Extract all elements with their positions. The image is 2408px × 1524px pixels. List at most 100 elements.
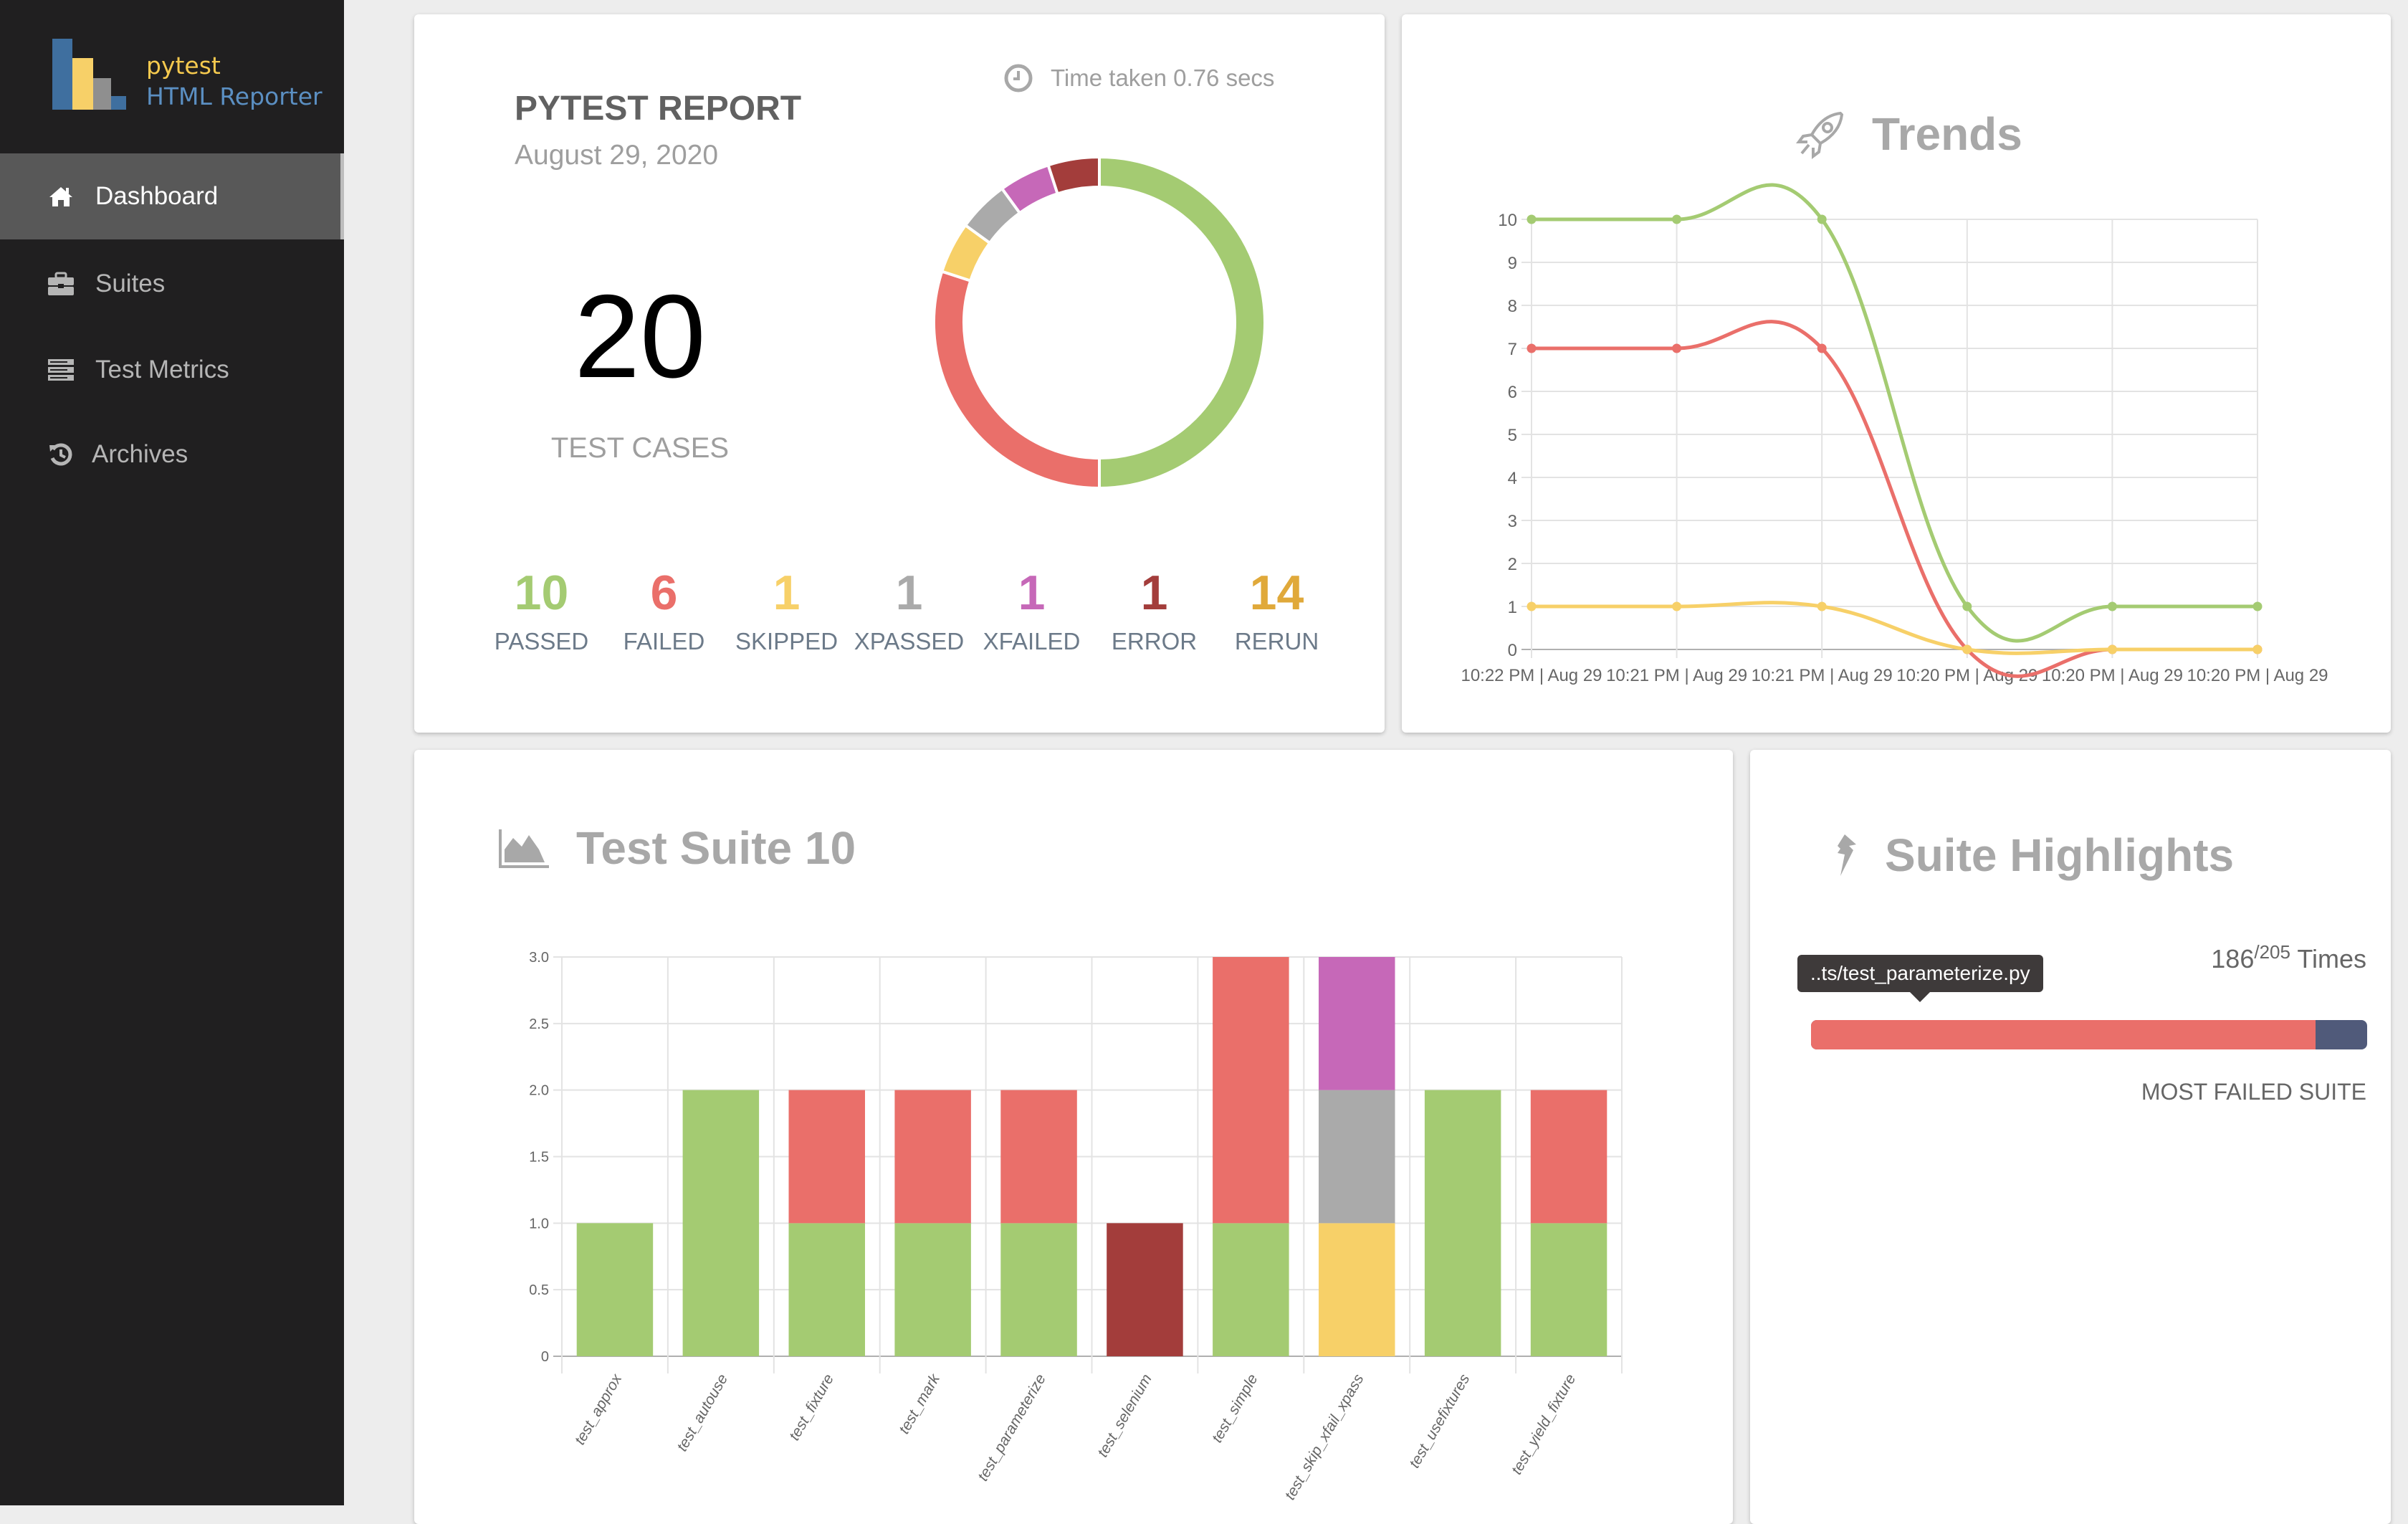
bar-segment-passed[interactable] (1530, 1223, 1607, 1356)
sidebar: pytest HTML Reporter Dashboard Suites Te… (0, 0, 344, 1505)
data-point-passed[interactable] (1962, 601, 1972, 611)
bar-segment-failed[interactable] (1213, 957, 1289, 1224)
y-tick-label: 1.0 (529, 1216, 549, 1232)
stat-value: 10 (514, 566, 569, 620)
y-tick-label: 6 (1508, 383, 1517, 402)
data-point-failed[interactable] (1672, 343, 1682, 353)
bar-segment-failed[interactable] (1530, 1090, 1607, 1224)
failed-count: 186 (2211, 944, 2255, 973)
stat-error: 1 ERROR (1093, 565, 1215, 655)
stat-rerun: 14 RERUN (1215, 565, 1338, 655)
x-tick-label: test_yield_fixture (1509, 1371, 1580, 1477)
data-point-skipped[interactable] (1526, 601, 1537, 611)
most-failed-progress-bar[interactable] (1811, 1020, 2367, 1049)
test-suite-bar-chart: 0 0.5 1.0 1.5 2.0 2.5 3.0 test_approx test_autou… (529, 950, 1623, 1502)
bar-segment-error[interactable] (1107, 1223, 1183, 1356)
stat-xfailed: 1 XFAILED (970, 565, 1093, 655)
stat-passed: 10 PASSED (480, 565, 603, 655)
sidebar-item-label: Test Metrics (95, 356, 229, 384)
briefcase-icon (47, 270, 75, 297)
server-icon (47, 356, 75, 384)
data-point-skipped[interactable] (1672, 601, 1682, 611)
y-tick-label: 0 (1508, 641, 1517, 660)
bar-segment-failed[interactable] (894, 1090, 971, 1224)
bar-segment-skipped[interactable] (1319, 1223, 1395, 1356)
trends-line-chart: 01234567891010:22 PM | Aug 29 10:21 PM | … (1461, 183, 2328, 685)
status-stats: 10 PASSED 6 FAILED 1 SKIPPED 1 XPASSED 1 XFAILED 1… (480, 565, 1347, 655)
x-tick-label: 10:21 PM | Aug 29 (1606, 666, 1747, 685)
stat-xpassed: 1 XPASSED (848, 565, 970, 655)
stat-value: 1 (773, 566, 801, 620)
y-tick-label: 3 (1508, 512, 1517, 531)
stat-value: 14 (1249, 566, 1304, 620)
y-tick-label: 10 (1498, 211, 1517, 230)
y-tick-label: 4 (1508, 469, 1517, 488)
y-tick-label: 2.0 (529, 1083, 549, 1099)
sidebar-item-dashboard[interactable]: Dashboard (0, 153, 344, 239)
x-tick-label: test_parameterize (975, 1371, 1049, 1484)
x-tick-label: test_usefixtures (1406, 1371, 1473, 1471)
data-point-skipped[interactable] (2252, 644, 2263, 654)
bar-segment-passed[interactable] (576, 1223, 654, 1356)
sidebar-item-archives[interactable]: Archives (0, 411, 344, 497)
x-tick-label: test_selenium (1094, 1371, 1155, 1460)
data-point-passed[interactable] (1817, 214, 1827, 224)
bar-segment-passed[interactable] (894, 1223, 971, 1356)
suite-highlights-card: Suite Highlights (1750, 750, 2391, 1524)
suite-name-tooltip: ..ts/test_parameterize.py (1797, 955, 2043, 1002)
donut-slice-error[interactable] (1046, 155, 1101, 196)
trends-card: Trends 0 1 2 3 4 5 6 7 8 9 10 10:22 PM | Aug 29 10:2… (1402, 14, 2391, 733)
stat-label: SKIPPED (735, 628, 838, 654)
x-tick-label: 10:20 PM | Aug 29 (2042, 666, 2183, 685)
sidebar-item-label: Dashboard (95, 182, 219, 210)
bar-segment-xpassed[interactable] (1319, 1090, 1395, 1224)
sidebar-item-test-metrics[interactable]: Test Metrics (0, 327, 344, 413)
logo-subtitle: HTML Reporter (146, 82, 322, 110)
bar-segment-passed[interactable] (1213, 1223, 1289, 1356)
y-tick-label: 8 (1508, 297, 1517, 316)
bar-segment-passed[interactable] (682, 1090, 760, 1356)
stat-label: RERUN (1234, 628, 1319, 654)
bar-segment-passed[interactable] (788, 1223, 865, 1356)
sidebar-item-suites[interactable]: Suites (0, 241, 344, 327)
series-line-passed (1531, 183, 2258, 643)
bar-segment-passed[interactable] (1424, 1090, 1501, 1356)
stat-label: XFAILED (983, 628, 1081, 654)
stat-failed: 6 FAILED (603, 565, 725, 655)
progress-bar-fill (1811, 1020, 2316, 1049)
bar-segment-failed[interactable] (788, 1090, 865, 1224)
stat-label: PASSED (494, 628, 589, 654)
bar-segment-failed[interactable] (1000, 1090, 1077, 1224)
data-point-failed[interactable] (1817, 343, 1827, 353)
data-point-skipped[interactable] (1817, 601, 1827, 611)
data-point-skipped[interactable] (1962, 644, 1972, 654)
data-point-passed[interactable] (2107, 601, 2117, 611)
data-point-passed[interactable] (1526, 214, 1537, 224)
y-tick-label: 2.5 (529, 1016, 549, 1032)
y-tick-label: 1 (1508, 598, 1517, 617)
data-point-passed[interactable] (1672, 214, 1682, 224)
data-point-failed[interactable] (1526, 343, 1537, 353)
x-tick-label: 10:20 PM | Aug 29 (2187, 666, 2328, 685)
x-tick-label: 10:21 PM | Aug 29 (1752, 666, 1893, 685)
bar-segment-xfailed[interactable] (1319, 957, 1395, 1090)
test-suite-card: Test Suite 10 0 0.5 1.0 1.5 2.0 2.5 3.0 test_ap… (414, 750, 1733, 1524)
count-unit: Times (2297, 944, 2366, 973)
bolt-icon (1838, 834, 1856, 876)
stat-label: XPASSED (854, 628, 965, 654)
stat-value: 1 (1140, 566, 1168, 620)
logo-title: pytest (146, 52, 221, 80)
data-point-skipped[interactable] (2107, 644, 2117, 654)
suite-highlights-title: Suite Highlights (1885, 829, 2235, 881)
sidebar-item-label: Archives (92, 440, 188, 468)
y-tick-label: 1.5 (529, 1150, 549, 1166)
x-tick-label: 10:22 PM | Aug 29 (1461, 666, 1602, 685)
donut-slice-failed[interactable] (932, 270, 1101, 490)
donut-slice-passed[interactable] (1098, 155, 1266, 490)
y-tick-label: 7 (1508, 340, 1517, 359)
history-icon (47, 441, 75, 468)
y-tick-label: 9 (1508, 254, 1517, 273)
most-failed-suite-label: MOST FAILED SUITE (2141, 1079, 2366, 1105)
data-point-passed[interactable] (2252, 601, 2263, 611)
bar-segment-passed[interactable] (1000, 1223, 1077, 1356)
